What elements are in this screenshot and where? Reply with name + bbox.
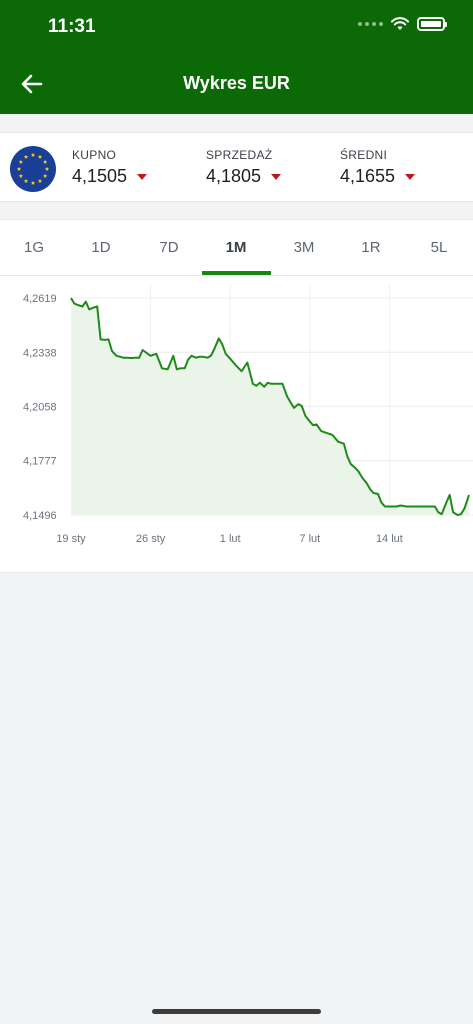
y-tick-label: 4,1777 (23, 456, 57, 468)
tab-5l[interactable]: 5L (405, 239, 473, 256)
flag-star (37, 154, 43, 159)
rate-mid-value: 4,1655 (340, 166, 396, 186)
y-tick-label: 4,2338 (23, 347, 57, 359)
y-tick-label: 4,1496 (23, 510, 57, 522)
home-indicator (152, 1009, 321, 1014)
y-tick-label: 4,2058 (23, 401, 57, 413)
active-tab-indicator (202, 271, 271, 275)
flag-star (37, 178, 43, 183)
trend-down-icon (405, 173, 416, 180)
rate-buy-value: 4,1505 (72, 166, 128, 186)
chart-card: 1G 1D 7D 1M 3M 1R 5L 4,2619 4,2338 4,2058 4… (0, 219, 473, 573)
x-tick-label: 14 lut (376, 533, 403, 545)
rate-chart: 4,2619 4,2338 4,2058 4,1777 4,1496 19 sty 26 s… (23, 284, 473, 545)
rate-sell-label: SPRZEDAŻ (206, 148, 273, 162)
battery-icon (417, 17, 447, 31)
rate-buy-label: KUPNO (72, 148, 117, 162)
y-tick-label: 4,2619 (23, 293, 57, 305)
tab-1r[interactable]: 1R (337, 239, 405, 256)
rate-buy: KUPNO 4,1505 (72, 148, 148, 187)
trend-down-icon (271, 173, 282, 180)
page-title: Wykres EUR (183, 73, 290, 93)
rate-mid: ŚREDNI 4,1655 (340, 148, 416, 187)
flag-star (23, 154, 29, 159)
status-icons (358, 17, 447, 31)
tab-7d[interactable]: 7D (135, 239, 203, 256)
flag-star (16, 166, 22, 171)
tab-1g[interactable]: 1G (0, 239, 68, 256)
flag-star (42, 173, 48, 178)
x-tick-label: 1 lut (220, 533, 241, 545)
tab-1m[interactable]: 1M (202, 239, 270, 256)
status-time: 11:31 (48, 16, 96, 37)
tab-1d[interactable]: 1D (67, 239, 135, 256)
rates-card: KUPNO 4,1505 SPRZEDAŻ 4,1805 ŚREDNI 4,16… (0, 132, 473, 202)
flag-star (23, 178, 29, 183)
x-tick-label: 26 sty (136, 533, 166, 545)
flag-star (18, 173, 24, 178)
app-header: 11:31 Wykres EUR (0, 0, 473, 114)
flag-star (44, 166, 50, 171)
eu-flag-icon (10, 146, 56, 192)
flag-star (42, 159, 48, 164)
flag-star (30, 152, 36, 157)
tab-3m[interactable]: 3M (270, 239, 338, 256)
range-tabs: 1G 1D 7D 1M 3M 1R 5L (0, 220, 473, 276)
trend-down-icon (137, 173, 148, 180)
rate-sell: SPRZEDAŻ 4,1805 (206, 148, 282, 187)
rate-mid-label: ŚREDNI (340, 148, 388, 162)
rate-sell-value: 4,1805 (206, 166, 262, 186)
signal-icon (358, 22, 383, 26)
x-tick-label: 7 lut (299, 533, 320, 545)
flag-star (18, 159, 24, 164)
x-tick-label: 19 sty (56, 533, 86, 545)
flag-star (30, 180, 36, 185)
wifi-icon (391, 17, 409, 30)
